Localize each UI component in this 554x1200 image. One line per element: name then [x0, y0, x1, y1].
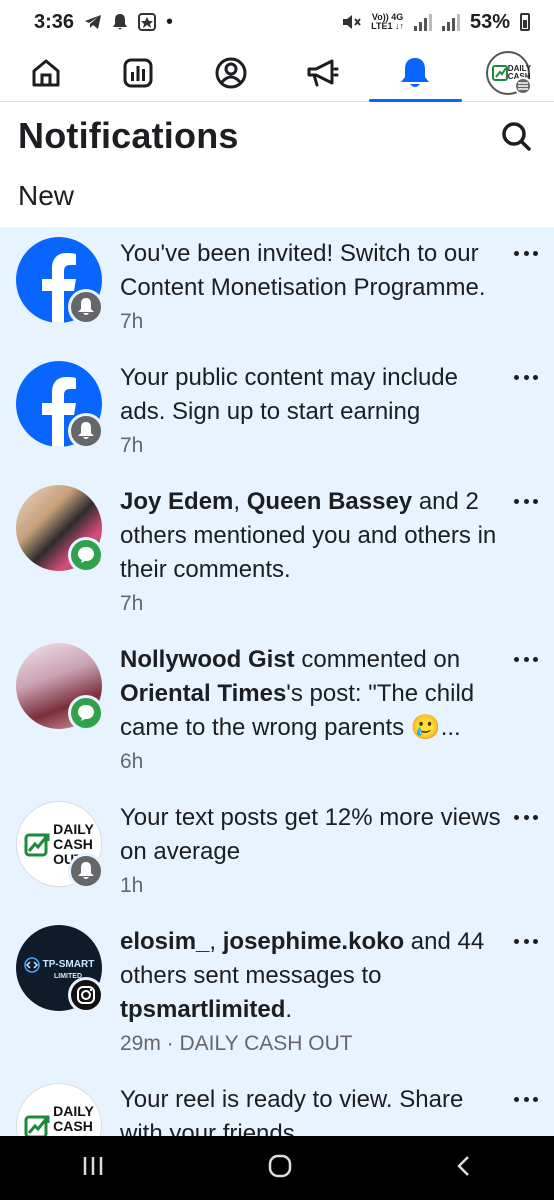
instagram-badge-icon: [68, 977, 104, 1013]
more-options-icon[interactable]: [514, 649, 538, 669]
notification-time: 7h: [120, 592, 144, 615]
avatar-text-line: TP-SMART: [42, 959, 95, 970]
top-nav: DAILY CASH: [0, 44, 554, 102]
notification-name[interactable]: elosim_: [120, 928, 209, 955]
more-options-icon[interactable]: [514, 807, 538, 827]
bell-icon: [401, 57, 430, 87]
section-title-new: New: [18, 180, 75, 211]
nav-profile[interactable]: [185, 44, 277, 101]
bell-badge-icon: [68, 853, 104, 889]
menu-icon: [513, 76, 532, 95]
megaphone-icon: [307, 59, 339, 86]
avatar-text-line: CASH: [53, 835, 93, 852]
notification-text-part: Your reel is ready to view. Share with y…: [120, 1086, 464, 1136]
nav-dashboard[interactable]: [92, 44, 184, 101]
search-icon: [502, 122, 531, 151]
home-circle-icon: [268, 1154, 292, 1177]
comment-badge-icon: [68, 537, 104, 573]
battery-percent: 53%: [469, 10, 510, 33]
notification-name[interactable]: josephime.koko: [223, 928, 404, 955]
home-button[interactable]: [267, 1153, 293, 1184]
comment-badge-icon: [68, 695, 104, 731]
bell-badge-icon: [68, 289, 104, 325]
back-icon: [457, 1155, 469, 1176]
page-header: Notifications: [0, 102, 554, 170]
telegram-icon: [85, 15, 102, 29]
notification-text-part: You've been invited! Switch to our Conte…: [120, 240, 486, 301]
profile-icon: [215, 57, 247, 88]
notification-text-part: commented on: [294, 646, 461, 673]
notification-item[interactable]: Your public content may include ads. Sig…: [0, 351, 554, 475]
network-indicator: Vo)) 4G LTE1 ↓↑: [371, 13, 404, 31]
nav-home[interactable]: [0, 44, 92, 101]
notification-text: Your reel is ready to view. Share with y…: [120, 1083, 508, 1136]
more-options-icon[interactable]: [514, 367, 538, 387]
notification-item[interactable]: Nollywood Gist commented on Oriental Tim…: [0, 633, 554, 791]
daily-cash-out-avatar: DAILY CASH OUT: [16, 1083, 102, 1136]
notification-bell-icon: [113, 14, 128, 30]
avatar-text-line: DAILY: [53, 1102, 94, 1119]
notification-item[interactable]: Joy Edem, Queen Bassey and 2 others ment…: [0, 475, 554, 633]
nav-ads[interactable]: [277, 44, 369, 101]
notification-list: You've been invited! Switch to our Conte…: [0, 227, 554, 1136]
dashboard-icon: [123, 58, 153, 87]
recents-button[interactable]: [81, 1155, 105, 1182]
notification-name[interactable]: tpsmartlimited: [120, 996, 285, 1023]
notification-item[interactable]: TP-SMART LIMITED elosim_, josephime.koko…: [0, 915, 554, 1073]
notification-text: elosim_, josephime.koko and 44 others se…: [120, 925, 508, 1027]
clock: 3:36: [34, 10, 75, 33]
more-options-icon[interactable]: [514, 931, 538, 951]
notification-time: 29m · DAILY CASH OUT: [120, 1032, 353, 1055]
notification-text: Joy Edem, Queen Bassey and 2 others ment…: [120, 485, 508, 587]
code-icon: [23, 956, 40, 973]
notification-time: 1h: [120, 874, 144, 897]
system-nav-bar: [0, 1136, 554, 1200]
notification-text-part: .: [285, 996, 293, 1023]
dollar-chart-icon: [24, 833, 50, 857]
more-options-icon[interactable]: [514, 243, 538, 263]
notification-text: You've been invited! Switch to our Conte…: [120, 237, 508, 305]
notification-text: Your text posts get 12% more views on av…: [120, 801, 508, 869]
avatar-text-line: CASH: [53, 1117, 93, 1134]
notification-text: Nollywood Gist commented on Oriental Tim…: [120, 643, 508, 745]
dot-icon: •: [166, 10, 174, 33]
network-bottom: LTE1 ↓↑: [371, 21, 404, 31]
notification-text-part: ,: [209, 928, 223, 955]
notification-time: 7h: [120, 310, 144, 333]
signal-icon: [413, 13, 432, 31]
back-button[interactable]: [455, 1154, 473, 1183]
battery-icon: [520, 13, 530, 31]
notification-name[interactable]: Queen Bassey: [247, 488, 412, 515]
notification-name[interactable]: Joy Edem: [120, 488, 233, 515]
profile-avatar: DAILY CASH: [485, 50, 532, 95]
signal-icon-2: [441, 13, 460, 31]
bell-badge-icon: [68, 413, 104, 449]
notification-text-part: ,: [233, 488, 247, 515]
mute-icon: [343, 15, 361, 29]
notification-text-part: Your public content may include ads. Sig…: [120, 364, 458, 425]
app-icon: [138, 13, 157, 31]
status-bar: 3:36 • Vo)) 4G LTE1 ↓↑ 53%: [0, 0, 554, 44]
recents-icon: [83, 1156, 103, 1175]
more-options-icon[interactable]: [514, 491, 538, 511]
page-title: Notifications: [18, 115, 239, 156]
notification-name[interactable]: Oriental Times: [120, 680, 286, 707]
dollar-chart-icon: [491, 64, 508, 81]
notification-name[interactable]: Nollywood Gist: [120, 646, 295, 673]
notification-item[interactable]: DAILY CASH OUT Your reel is ready to vie…: [0, 1073, 554, 1136]
notification-item[interactable]: DAILY CASH OUT Your text posts get 12% m…: [0, 791, 554, 915]
avatar-text-line: DAILY: [53, 820, 94, 837]
search-button[interactable]: [496, 116, 536, 156]
notification-time: 7h: [120, 434, 144, 457]
home-icon: [32, 59, 60, 86]
nav-menu[interactable]: DAILY CASH: [462, 44, 554, 101]
nav-notifications[interactable]: [369, 44, 462, 102]
notification-text-part: Your text posts get 12% more views on av…: [120, 804, 501, 865]
notification-text: Your public content may include ads. Sig…: [120, 361, 508, 429]
notification-time: 6h: [120, 750, 144, 773]
dollar-chart-icon: [24, 1115, 50, 1136]
more-options-icon[interactable]: [514, 1089, 538, 1109]
notification-item[interactable]: You've been invited! Switch to our Conte…: [0, 227, 554, 351]
